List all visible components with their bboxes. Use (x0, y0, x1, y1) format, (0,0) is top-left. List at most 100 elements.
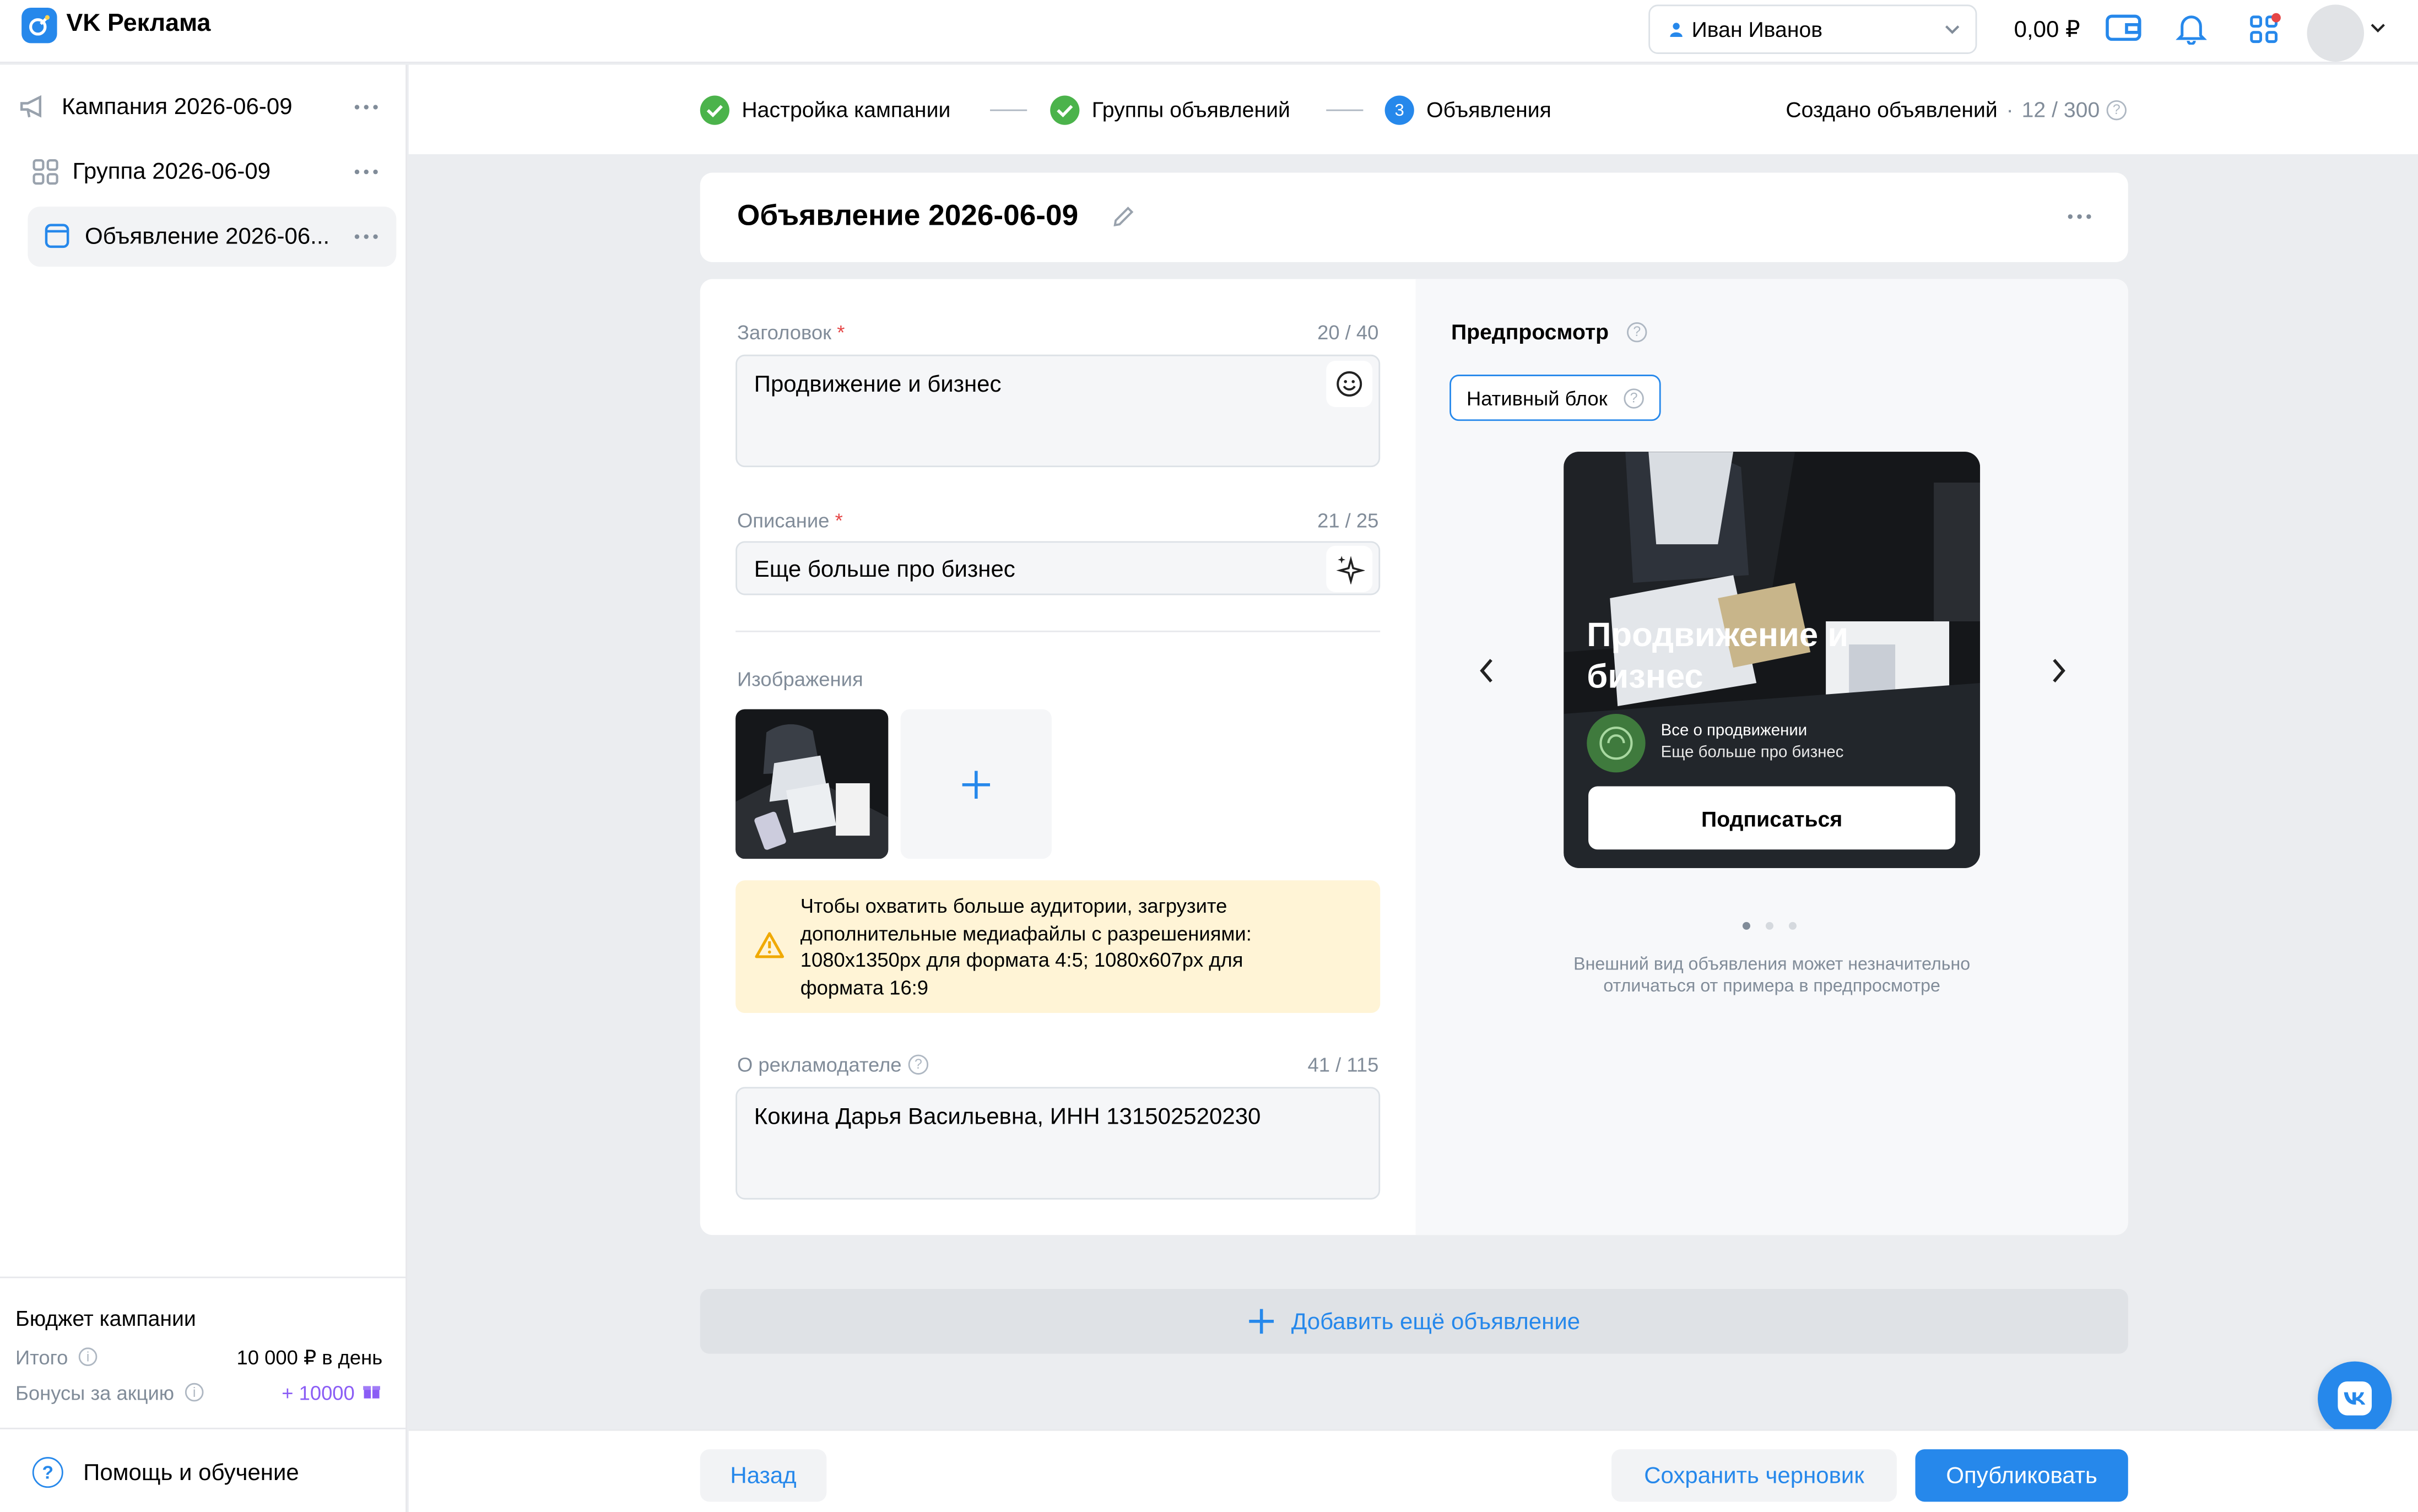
divider (0, 1427, 407, 1429)
logo-icon (1599, 727, 1633, 760)
user-icon (1670, 23, 1683, 37)
balance-value[interactable]: 0,00 ₽ (2014, 15, 2080, 44)
steps-bar: Настройка кампании Группы объявлений 3 О… (408, 64, 2418, 154)
chevron-right-icon[interactable] (2049, 657, 2068, 684)
avatar[interactable] (2307, 4, 2365, 62)
info-icon[interactable]: i (185, 1383, 204, 1402)
info-icon[interactable]: i (78, 1347, 98, 1367)
step-campaign-settings[interactable]: Настройка кампании (742, 97, 950, 122)
preview-card-sub2: Еще больше про бизнес (1660, 743, 1844, 762)
back-button[interactable]: Назад (700, 1449, 827, 1502)
emoji-button[interactable] (1326, 360, 1373, 407)
publish-button[interactable]: Опубликовать (1915, 1449, 2128, 1502)
chevron-left-icon[interactable] (1478, 657, 1496, 684)
check-icon (700, 95, 729, 125)
bonus-value: + 10000 (282, 1381, 355, 1405)
preview-note: Внешний вид объявления может незначитель… (1573, 956, 1971, 996)
plus-icon (962, 770, 991, 798)
grid-icon (33, 159, 58, 185)
format-chip-label: Нативный блок (1466, 387, 1608, 410)
account-name: Иван Иванов (1691, 17, 1823, 42)
vk-chat-button[interactable] (2318, 1361, 2392, 1435)
more-icon[interactable] (2068, 214, 2091, 219)
avatar-chevron-down-icon[interactable] (2370, 21, 2385, 34)
step-number-badge: 3 (1384, 95, 1414, 125)
preview-ad-card: Продвижение и бизнес Все о продвижении Е… (1564, 452, 1981, 868)
divider (0, 1276, 407, 1278)
sidebar-item-label: Группа 2026-06-09 (72, 159, 271, 185)
sidebar-item-label: Объявление 2026-06... (84, 223, 330, 250)
ad-icon (45, 224, 69, 248)
carousel-pagination (1742, 922, 1797, 930)
preview-title: Предпросмотр (1451, 319, 1609, 344)
top-bar: VK Реклама Иван Иванов 0,00 ₽ (0, 0, 2418, 63)
more-icon[interactable] (354, 169, 378, 175)
question-icon: ? (1624, 388, 1644, 409)
vk-icon (2338, 1381, 2372, 1416)
sidebar: Кампания 2026-06-09 Группа 2026-06-09 Об… (0, 64, 407, 1512)
plus-icon (1249, 1309, 1275, 1334)
chevron-down-icon (1945, 25, 1960, 34)
created-ads-label: Создано объявлений (1786, 97, 1998, 122)
sidebar-item-group[interactable]: Группа 2026-06-09 (0, 139, 407, 204)
ad-form-card: Заголовок * 20 / 40 Продвижение и бизнес… (700, 279, 2128, 1235)
help-icon: ? (32, 1457, 63, 1488)
sidebar-item-campaign[interactable]: Кампания 2026-06-09 (0, 74, 407, 139)
step-connector (990, 109, 1027, 111)
divider (735, 630, 1381, 632)
add-image-button[interactable] (900, 709, 1052, 859)
sparkle-icon (1336, 556, 1365, 584)
images-label: Изображения (737, 668, 863, 691)
megaphone-icon (20, 95, 42, 118)
question-icon[interactable]: ? (1627, 322, 1647, 343)
save-draft-button[interactable]: Сохранить черновик (1611, 1449, 1897, 1502)
step-connector (1326, 109, 1364, 111)
preview-card-button: Подписаться (1588, 786, 1956, 850)
budget-total-value: 10 000 ₽ в день (236, 1346, 383, 1369)
account-select[interactable]: Иван Иванов (1648, 4, 1977, 54)
ad-title-card: Объявление 2026-06-09 (700, 172, 2128, 262)
step-ads[interactable]: Объявления (1426, 97, 1551, 122)
bell-icon[interactable] (2176, 12, 2207, 45)
question-icon[interactable]: ? (2106, 100, 2127, 121)
image-thumbnail[interactable] (735, 709, 889, 859)
warning-icon (755, 932, 785, 958)
question-icon[interactable]: ? (908, 1054, 929, 1075)
warning-text: Чтобы охватить больше аудитории, загрузи… (800, 894, 1252, 999)
advertiser-input[interactable]: Кокина Дарья Васильевна, ИНН 13150252023… (735, 1087, 1381, 1200)
advertiser-counter: 41 / 115 (1307, 1053, 1379, 1076)
vk-ads-logo-icon[interactable] (21, 7, 57, 44)
apps-grid-icon[interactable] (2248, 12, 2282, 46)
preview-card-title: Продвижение и бизнес (1587, 615, 1849, 696)
headline-input[interactable]: Продвижение и бизнес (735, 354, 1381, 468)
separator-dot: · (2006, 97, 2014, 122)
media-warning: Чтобы охватить больше аудитории, загрузи… (735, 880, 1381, 1014)
description-value: Еще больше про бизнес (754, 556, 1015, 583)
description-input[interactable]: Еще больше про бизнес (735, 541, 1381, 595)
description-label: Описание * (737, 508, 843, 532)
help-link[interactable]: ? Помощь и обучение (0, 1431, 407, 1512)
check-icon (1050, 95, 1080, 125)
pagination-dot[interactable] (1788, 922, 1797, 930)
budget-total-label: Итого (15, 1346, 68, 1369)
sidebar-item-ad[interactable]: Объявление 2026-06... (28, 207, 397, 267)
more-icon[interactable] (354, 234, 378, 239)
add-another-ad-button[interactable]: Добавить ещё объявление (700, 1289, 2128, 1354)
bonus-label: Бонусы за акцию (15, 1381, 175, 1405)
budget-title: Бюджет кампании (15, 1305, 196, 1331)
description-counter: 21 / 25 (1317, 508, 1379, 532)
format-chip-native[interactable]: Нативный блок ? (1449, 375, 1661, 421)
step-ad-groups[interactable]: Группы объявлений (1092, 97, 1290, 122)
headline-counter: 20 / 40 (1317, 321, 1379, 344)
ai-generate-button[interactable] (1326, 545, 1373, 592)
help-label: Помощь и обучение (83, 1460, 299, 1487)
pagination-dot[interactable] (1765, 922, 1773, 930)
pencil-icon[interactable] (1110, 203, 1137, 230)
ad-title: Объявление 2026-06-09 (737, 200, 1079, 233)
add-another-ad-label: Добавить ещё объявление (1291, 1308, 1581, 1335)
app-logo-text[interactable]: VK Реклама (66, 11, 210, 39)
advertiser-label: О рекламодателе (737, 1053, 902, 1076)
more-icon[interactable] (354, 105, 378, 110)
wallet-icon[interactable] (2105, 12, 2142, 43)
pagination-dot-active[interactable] (1742, 922, 1750, 930)
